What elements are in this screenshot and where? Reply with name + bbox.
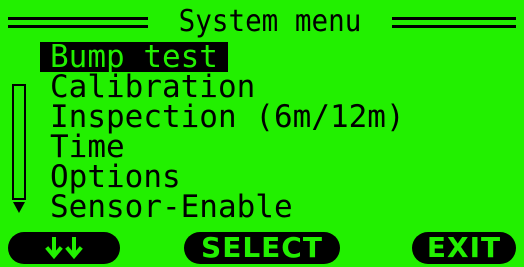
scrollbar-track bbox=[12, 84, 26, 200]
select-softkey[interactable]: SELECT bbox=[184, 232, 340, 264]
scroll-down-arrow-icon bbox=[13, 202, 25, 213]
title-rule-left bbox=[8, 17, 148, 28]
menu-item-calibration[interactable]: Calibration bbox=[40, 72, 520, 103]
menu-item-sensor-enable[interactable]: Sensor-Enable bbox=[40, 192, 520, 223]
menu-item-options[interactable]: Options bbox=[40, 162, 520, 193]
page-title: System menu bbox=[178, 4, 362, 39]
menu-item-bump-test[interactable]: Bump test bbox=[40, 42, 228, 73]
double-down-arrow-icon bbox=[45, 237, 83, 260]
scroll-down-softkey[interactable] bbox=[8, 232, 120, 264]
title-rule-right bbox=[392, 17, 516, 28]
system-menu-list: Bump test Calibration Inspection (6m/12m… bbox=[40, 42, 520, 223]
title-bar: System menu bbox=[0, 4, 524, 40]
softkey-bar: SELECT EXIT bbox=[0, 232, 524, 264]
exit-softkey[interactable]: EXIT bbox=[412, 232, 516, 264]
device-screen: System menu Bump test Calibration Inspec… bbox=[0, 0, 524, 267]
menu-item-time[interactable]: Time bbox=[40, 132, 520, 163]
scrollbar[interactable] bbox=[12, 84, 26, 214]
menu-item-inspection[interactable]: Inspection (6m/12m) bbox=[40, 102, 520, 133]
